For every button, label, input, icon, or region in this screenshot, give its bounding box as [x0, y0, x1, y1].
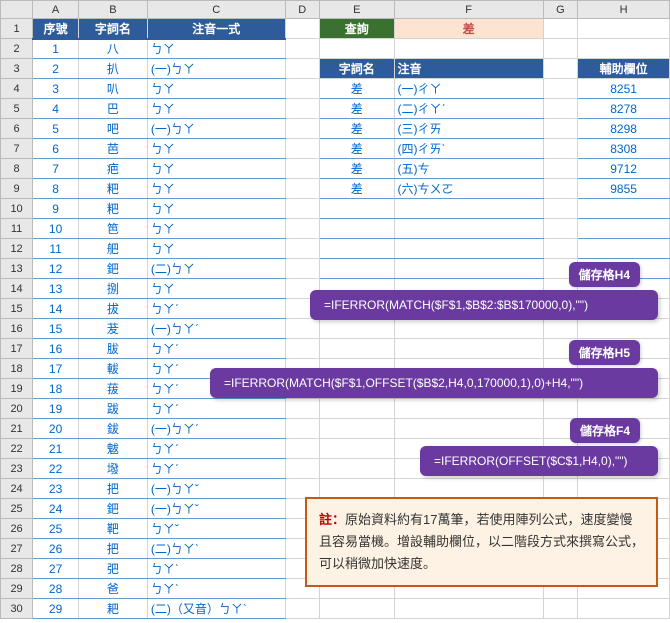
query-label: 查詢 [319, 19, 394, 39]
hdr-phon: 注音一式 [147, 19, 285, 39]
note-prefix: 註： [319, 512, 345, 527]
col-D[interactable]: D [285, 1, 319, 19]
label-h4: 儲存格H4 [569, 262, 640, 287]
row-1[interactable]: 1 序號 字詞名 注音一式 查詢 差 [1, 19, 670, 39]
row-6[interactable]: 65吧(一)ㄅㄚ差(三)ㄔㄞ8298 [1, 119, 670, 139]
row-5[interactable]: 54巴ㄅㄚ差(二)ㄔㄚˊ8278 [1, 99, 670, 119]
row-30[interactable]: 3029耙(二)（又音）ㄅㄚˋ [1, 599, 670, 619]
row-24[interactable]: 2423把(一)ㄅㄚˇ [1, 479, 670, 499]
row-8[interactable]: 87疤ㄅㄚ差(五)ㄘ9712 [1, 159, 670, 179]
formula-h5: =IFERROR(MATCH($F$1,OFFSET($B$2,H4,0,170… [210, 368, 658, 398]
row-16[interactable]: 1615茇(一)ㄅㄚˊ [1, 319, 670, 339]
hdr-seq: 序號 [33, 19, 79, 39]
row-10[interactable]: 109粑ㄅㄚ [1, 199, 670, 219]
row-7[interactable]: 76芭ㄅㄚ差(四)ㄔㄞˋ8308 [1, 139, 670, 159]
label-f4: 儲存格F4 [570, 418, 640, 443]
row-2[interactable]: 21八ㄅㄚ [1, 39, 670, 59]
formula-h4: =IFERROR(MATCH($F$1,$B$2:$B$170000,0),""… [310, 290, 658, 320]
hdr-word: 字詞名 [79, 19, 148, 39]
label-h5: 儲存格H5 [569, 340, 640, 365]
hdr-aux: 輔助欄位 [578, 59, 670, 79]
col-B[interactable]: B [79, 1, 148, 19]
formula-f4: =IFERROR(OFFSET($C$1,H4,0),"") [420, 446, 658, 476]
row-12[interactable]: 1211舥ㄅㄚ [1, 239, 670, 259]
col-A[interactable]: A [33, 1, 79, 19]
hdr-fphon: 注音 [394, 59, 543, 79]
hdr-fword: 字詞名 [319, 59, 394, 79]
row-11[interactable]: 1110笆ㄅㄚ [1, 219, 670, 239]
col-E[interactable]: E [319, 1, 394, 19]
col-F[interactable]: F [394, 1, 543, 19]
row-9[interactable]: 98粑ㄅㄚ差(六)ㄘㄨㄛ9855 [1, 179, 670, 199]
col-G[interactable]: G [543, 1, 577, 19]
note-text: 原始資料約有17萬筆，若使用陣列公式，速度變慢且容易當機。增設輔助欄位，以二階段… [319, 512, 644, 571]
row-4[interactable]: 43叭ㄅㄚ差(一)ㄔㄚ8251 [1, 79, 670, 99]
note-box: 註：原始資料約有17萬筆，若使用陣列公式，速度變慢且容易當機。增設輔助欄位，以二… [305, 497, 658, 587]
col-C[interactable]: C [147, 1, 285, 19]
query-value[interactable]: 差 [394, 19, 543, 39]
row-3[interactable]: 32扒(一)ㄅㄚ字詞名注音輔助欄位 [1, 59, 670, 79]
col-H[interactable]: H [578, 1, 670, 19]
row-20[interactable]: 2019跋ㄅㄚˊ [1, 399, 670, 419]
col-headers[interactable]: A B C D E F G H [1, 1, 670, 19]
